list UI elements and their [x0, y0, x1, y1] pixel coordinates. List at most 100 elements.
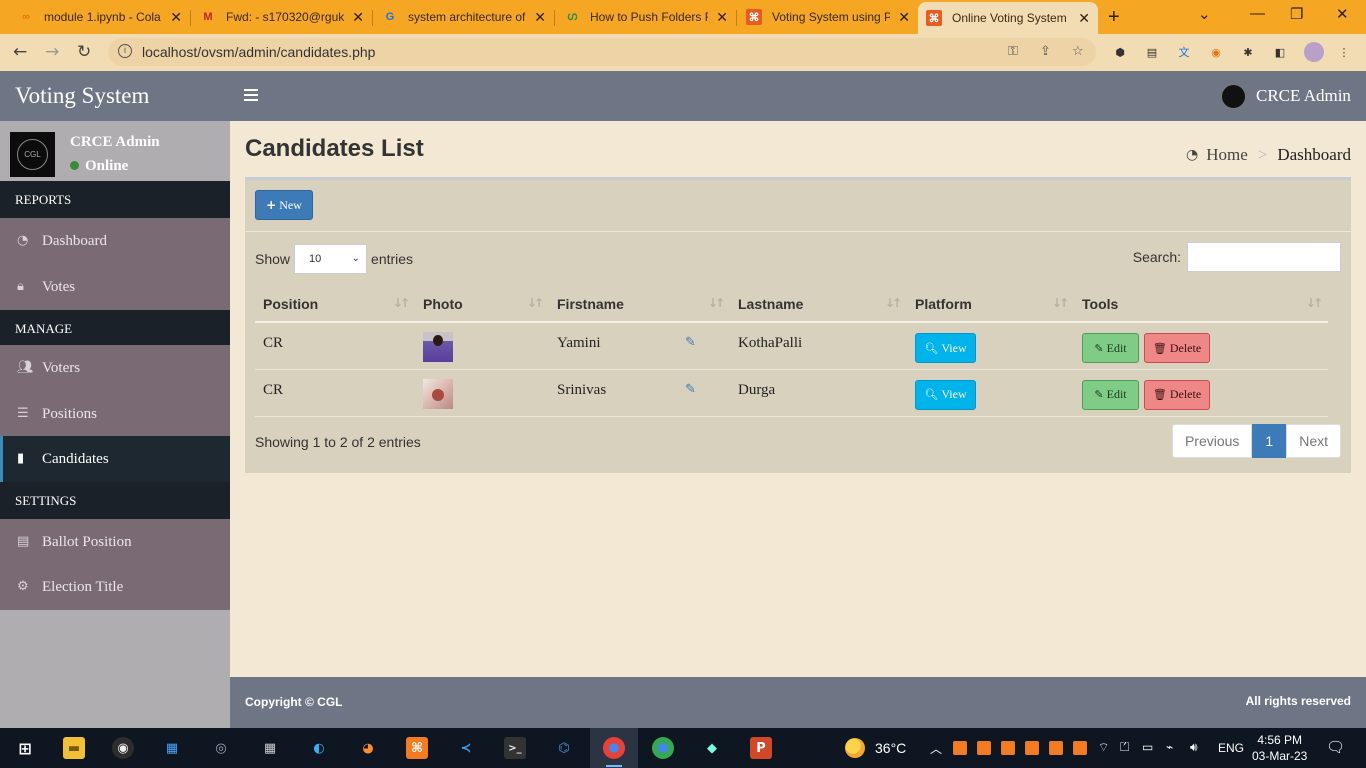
xampp-tray-icon[interactable]: [977, 741, 991, 755]
column-header-lastname[interactable]: Lastname ↓↑: [730, 286, 907, 323]
windows-start-icon[interactable]: ⊞: [14, 737, 36, 759]
more-menu-icon[interactable]: ⋮: [1336, 44, 1352, 60]
translate-icon[interactable]: 文: [1176, 44, 1192, 60]
close-window-icon[interactable]: ✕: [1336, 5, 1349, 23]
edit-button[interactable]: ✎ Edit: [1082, 333, 1139, 363]
clock[interactable]: 4:56 PM 03-Mar-23: [1252, 732, 1307, 764]
xampp-tray-icon[interactable]: [1001, 741, 1015, 755]
xampp-tray-icon[interactable]: [1073, 741, 1087, 755]
extension-icon[interactable]: ◉: [1208, 44, 1224, 60]
browser-tab-gfg[interactable]: ഗ How to Push Folders F ✕: [556, 4, 736, 30]
media-player-icon[interactable]: ◉: [112, 737, 134, 759]
battery-icon[interactable]: ▭: [1142, 740, 1153, 754]
back-icon[interactable]: ←: [13, 42, 27, 62]
close-tab-icon[interactable]: ✕: [898, 9, 910, 26]
browser-tab-gmail[interactable]: M Fwd: - s170320@rguk ✕: [192, 4, 372, 30]
sidebar-item-votes[interactable]: 🔒︎ Votes: [0, 264, 230, 310]
key-icon[interactable]: ⚿: [1008, 44, 1018, 59]
edge-icon[interactable]: ◐: [308, 737, 330, 759]
sidebar-item-ballot-position[interactable]: ▤ Ballot Position: [0, 519, 230, 565]
calculator-icon[interactable]: ▦: [259, 737, 281, 759]
pagination-previous[interactable]: Previous: [1171, 424, 1253, 458]
extension-icon[interactable]: ⬢: [1112, 44, 1128, 60]
delete-button[interactable]: 🗑︎ Delete: [1144, 379, 1210, 410]
section-header-settings: SETTINGS: [0, 482, 230, 519]
xampp-icon: ⌘: [746, 9, 762, 25]
close-tab-icon[interactable]: ✕: [716, 9, 728, 26]
entries-select[interactable]: 10 ⌄: [294, 244, 368, 274]
puzzle-extensions-icon[interactable]: ✱: [1240, 44, 1256, 60]
sidebar-item-voters[interactable]: 👥︎ Voters: [0, 345, 230, 391]
browser-tab-voting-php[interactable]: ⌘ Voting System using P ✕: [738, 4, 918, 30]
xampp-tray-icon[interactable]: [953, 741, 967, 755]
column-header-photo[interactable]: Photo ↓↑: [415, 286, 549, 323]
clock-time: 4:56 PM: [1257, 733, 1303, 747]
column-header-position[interactable]: Position ↓↑: [255, 286, 415, 323]
app-icon[interactable]: ◆: [701, 737, 723, 759]
browser-tab-google[interactable]: G system architecture of ✕: [374, 4, 554, 30]
battery-saver-icon[interactable]: ⏍: [1120, 740, 1129, 755]
url-text[interactable]: localhost/ovsm/admin/candidates.php: [142, 44, 375, 60]
tray-chevron-icon[interactable]: ︿: [930, 740, 942, 757]
breadcrumb-home[interactable]: Home: [1206, 145, 1248, 165]
view-platform-button[interactable]: 🔍︎ View: [915, 333, 976, 363]
app-icon[interactable]: ◎: [210, 737, 232, 759]
avatar[interactable]: [1221, 84, 1246, 109]
pagination-page-1[interactable]: 1: [1252, 424, 1287, 458]
app-brand[interactable]: Voting System: [0, 71, 230, 121]
new-candidate-button[interactable]: + New: [255, 190, 313, 220]
column-header-tools[interactable]: Tools ↓↑: [1074, 286, 1328, 323]
file-explorer-icon[interactable]: ▬: [63, 737, 85, 759]
new-tab-icon[interactable]: +: [1108, 6, 1120, 29]
xampp-icon[interactable]: ⌘: [406, 737, 428, 759]
sidebar-toggle-icon[interactable]: [244, 89, 258, 101]
browser-tab-online-voting[interactable]: ⌘ Online Voting System ✕: [918, 2, 1098, 34]
site-info-icon[interactable]: i: [118, 44, 132, 58]
search-input[interactable]: [1187, 242, 1341, 272]
powerpoint-icon[interactable]: P: [750, 737, 772, 759]
top-user-name[interactable]: CRCE Admin: [1256, 86, 1351, 106]
extension-icon[interactable]: ▤: [1144, 44, 1160, 60]
reload-icon[interactable]: ↻: [77, 42, 91, 62]
column-header-firstname[interactable]: Firstname ↓↑: [549, 286, 730, 323]
store-icon[interactable]: ▦: [161, 737, 183, 759]
url-bar[interactable]: i localhost/ovsm/admin/candidates.php ⚿ …: [108, 38, 1096, 66]
bookmark-star-icon[interactable]: ☆: [1072, 44, 1084, 59]
view-platform-button[interactable]: 🔍︎ View: [915, 379, 976, 410]
volume-icon[interactable]: 🔊︎: [1190, 740, 1198, 755]
sidebar-item-candidates[interactable]: ▮ Candidates: [0, 436, 230, 482]
column-header-platform[interactable]: Platform ↓↑: [907, 286, 1074, 323]
notifications-icon[interactable]: 🗨︎: [1326, 738, 1345, 756]
network-icon[interactable]: ⌁: [1166, 740, 1173, 754]
sidebar-item-election-title[interactable]: ⚙ Election Title: [0, 564, 230, 610]
delete-button[interactable]: 🗑︎ Delete: [1144, 333, 1210, 363]
close-tab-icon[interactable]: ✕: [534, 9, 546, 26]
sidebar-item-dashboard[interactable]: ◔ Dashboard: [0, 218, 230, 264]
language-indicator[interactable]: ENG: [1218, 741, 1244, 755]
browser-tab-colab[interactable]: ∞ module 1.ipynb - Cola ✕: [10, 4, 190, 30]
side-panel-icon[interactable]: ◧: [1272, 44, 1288, 60]
sidebar-item-positions[interactable]: ☰ Positions: [0, 391, 230, 437]
close-tab-icon[interactable]: ✕: [352, 9, 364, 26]
tab-search-chevron-icon[interactable]: ⌄: [1198, 5, 1211, 23]
restore-icon[interactable]: ❐: [1290, 5, 1303, 23]
close-tab-icon[interactable]: ✕: [1078, 10, 1090, 27]
minimize-icon[interactable]: —: [1250, 5, 1265, 22]
edit-button[interactable]: ✎ Edit: [1082, 379, 1139, 410]
vscode-icon[interactable]: ≺: [455, 737, 477, 759]
wifi-icon[interactable]: ⌔: [1098, 740, 1109, 755]
xampp-tray-icon[interactable]: [1049, 741, 1063, 755]
weather-widget[interactable]: 36°C: [845, 738, 906, 758]
chrome-icon[interactable]: [652, 737, 674, 759]
firefox-icon[interactable]: ◕: [357, 737, 379, 759]
chrome-icon[interactable]: [603, 737, 625, 759]
forward-icon[interactable]: →: [45, 42, 59, 62]
close-tab-icon[interactable]: ✕: [170, 9, 182, 26]
profile-avatar-icon[interactable]: [1304, 42, 1324, 62]
pagination-next[interactable]: Next: [1286, 424, 1341, 458]
tab-separator: [736, 10, 737, 26]
terminal-icon[interactable]: >_: [504, 737, 526, 759]
python-icon[interactable]: ⌬: [553, 737, 575, 759]
xampp-tray-icon[interactable]: [1025, 741, 1039, 755]
share-icon[interactable]: ⇪: [1040, 44, 1051, 59]
